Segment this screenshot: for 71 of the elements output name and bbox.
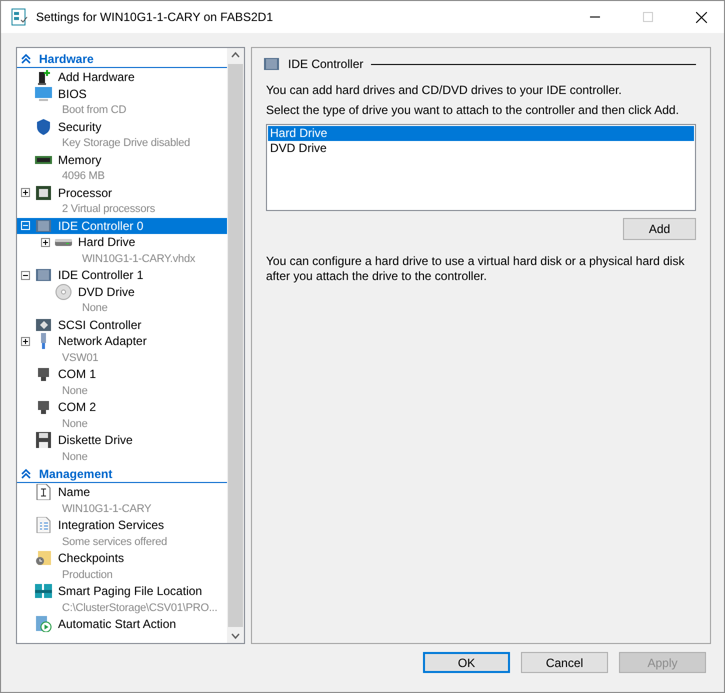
serial-port-icon [35, 366, 52, 382]
play-document-icon [35, 616, 52, 632]
controller-icon [35, 267, 52, 284]
dialog-button[interactable]: Cancel [521, 652, 608, 673]
section-header[interactable]: Management [17, 465, 227, 483]
folder-clock-icon [35, 550, 52, 566]
tree-item[interactable]: Integration Services [17, 517, 227, 534]
checklist-document-icon [35, 517, 52, 534]
controller-icon [263, 56, 280, 72]
tree-item[interactable]: BIOS [17, 86, 227, 102]
tree-item[interactable]: Smart Paging File Location [17, 583, 227, 600]
tree-item[interactable]: COM 2 [17, 399, 227, 416]
tree-item[interactable]: Checkpoints [17, 550, 227, 566]
section-header[interactable]: Hardware [17, 50, 227, 68]
text-document-icon [35, 484, 52, 500]
instruction-text: Select the type of drive you want to attach to the controller and then click Add. [266, 103, 680, 118]
expand-icon[interactable] [21, 188, 30, 198]
tree-item[interactable]: Diskette Drive [17, 432, 227, 448]
controller-icon [35, 316, 52, 333]
item-detail: 2 Virtual processors [62, 203, 156, 215]
list-item[interactable]: DVD Drive [268, 141, 694, 156]
memory-modules-icon [35, 583, 52, 600]
item-detail: Key Storage Drive disabled [62, 137, 190, 149]
tree-item[interactable]: Security [17, 118, 227, 135]
item-detail: Some services offered [62, 536, 168, 548]
item-detail: None [62, 418, 88, 430]
list-item[interactable]: Hard Drive [268, 126, 694, 141]
item-detail: None [82, 302, 108, 314]
tree-item[interactable]: DVD Drive [17, 284, 227, 300]
tree-item[interactable]: Name [17, 484, 227, 500]
tree-item[interactable]: IDE Controller 0 [17, 218, 227, 234]
item-detail: C:\ClusterStorage\CSV01\PRO... [62, 602, 218, 614]
dialog-button[interactable]: OK [423, 652, 510, 673]
group-title: IDE Controller [288, 57, 364, 71]
note-text: You can configure a hard drive to use a virtual hard disk or a physical hard disk after you attach the drive to the controller. [266, 254, 686, 284]
hardware-plus-icon [35, 69, 52, 86]
tree-item[interactable]: COM 1 [17, 366, 227, 382]
tree-item[interactable]: Memory [17, 152, 227, 168]
processor-icon [35, 184, 52, 201]
serial-port-icon [35, 399, 52, 416]
expand-icon[interactable] [41, 238, 50, 247]
shield-icon [35, 118, 52, 135]
collapse-chevron-icon [21, 54, 31, 64]
expand-icon[interactable] [21, 336, 30, 346]
item-detail: None [62, 384, 88, 396]
tree-item[interactable]: SCSI Controller [17, 316, 227, 333]
tree-item[interactable]: Processor [17, 184, 227, 201]
tree-item[interactable]: Network Adapter [17, 333, 227, 350]
controller-icon [35, 218, 52, 234]
item-detail: WIN10G1-1-CARY [62, 502, 152, 514]
item-detail: 4096 MB [62, 170, 105, 182]
scrollbar[interactable] [227, 48, 244, 643]
item-detail: VSW01 [62, 352, 98, 364]
collapse-icon[interactable] [21, 270, 30, 280]
tree-item[interactable]: Hard Drive [17, 234, 227, 250]
close-icon [696, 12, 706, 22]
monitor-icon [35, 86, 52, 102]
item-detail: WIN10G1-1-CARY.vhdx [82, 252, 196, 264]
window-title: Settings for WIN10G1-1-CARY on FABS2D1 [36, 10, 274, 24]
disc-icon [55, 284, 72, 300]
collapse-chevron-icon [21, 468, 31, 478]
tree-item[interactable]: Automatic Start Action [17, 616, 227, 632]
tree-item[interactable]: Add Hardware [17, 69, 227, 86]
settings-document-icon [11, 8, 29, 26]
maximize-icon [643, 12, 653, 22]
add-button[interactable]: Add [623, 218, 696, 240]
tree-item[interactable]: IDE Controller 1 [17, 267, 227, 284]
item-detail: Production [62, 568, 113, 580]
item-detail: Boot from CD [62, 104, 126, 116]
intro-text: You can add hard drives and CD/DVD drives to your IDE controller. [266, 83, 623, 98]
item-detail: None [62, 450, 88, 462]
